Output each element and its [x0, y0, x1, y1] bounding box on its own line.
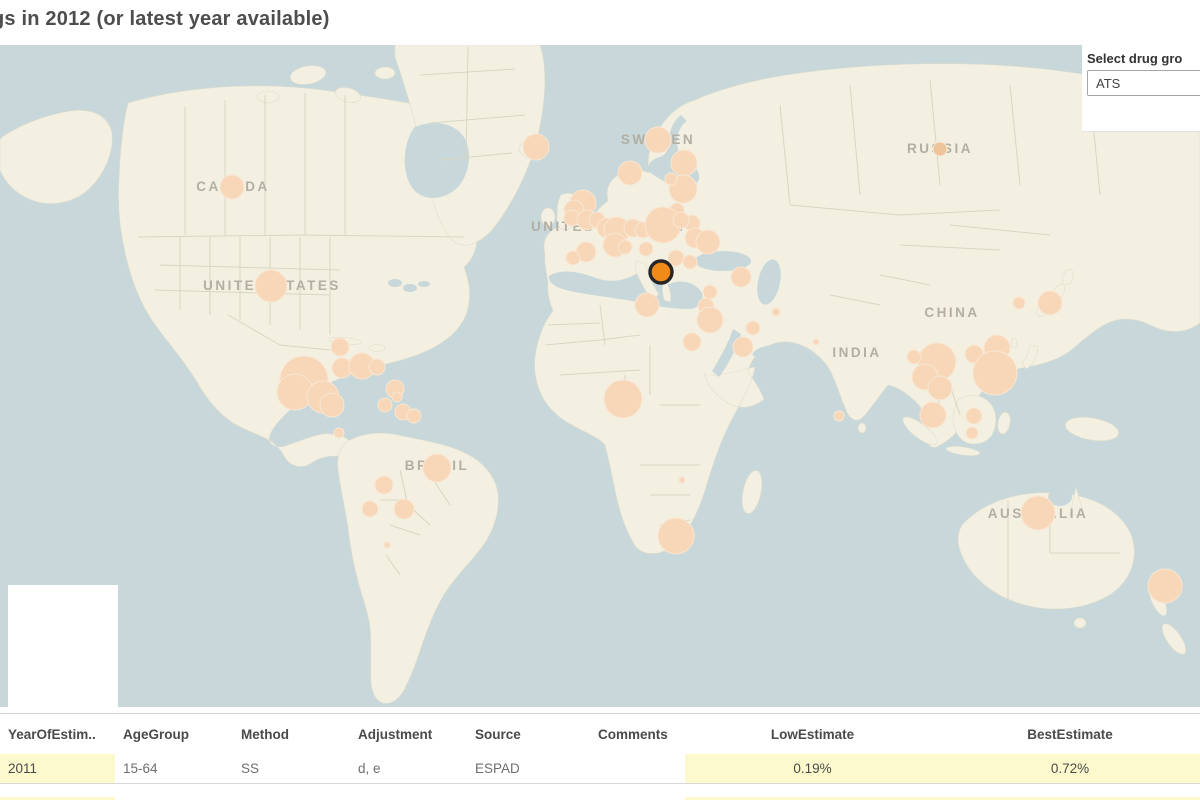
column-header[interactable]: BestEstimate: [940, 727, 1200, 742]
map-bubble[interactable]: [1013, 297, 1025, 309]
map-bubble[interactable]: [394, 499, 414, 519]
map-bubble[interactable]: [907, 350, 921, 364]
map-bubble[interactable]: [966, 427, 978, 439]
column-header[interactable]: Comments: [590, 727, 685, 742]
map-bubble[interactable]: [220, 175, 244, 199]
map-bubble[interactable]: [772, 308, 780, 316]
table-cell[interactable]: 0.72%: [940, 754, 1200, 783]
map-bubble[interactable]: [683, 333, 701, 351]
map-bubble[interactable]: [834, 411, 844, 421]
map-bubble[interactable]: [973, 351, 1017, 395]
map-bubble[interactable]: [673, 212, 689, 228]
map-bubble[interactable]: [604, 380, 642, 418]
map-bubble[interactable]: [665, 173, 677, 185]
map-bubble[interactable]: [746, 321, 760, 335]
map-bubble[interactable]: [920, 402, 946, 428]
map-bubble[interactable]: [334, 428, 344, 438]
drug-group-label: Select drug gro: [1087, 51, 1200, 66]
table-cell[interactable]: d, e: [350, 754, 467, 783]
map-bubble[interactable]: [331, 338, 349, 356]
page-title: gs in 2012 (or latest year available): [0, 8, 330, 31]
table-cell[interactable]: 2011: [0, 754, 115, 783]
map-bubble[interactable]: [645, 127, 671, 153]
map-bubble[interactable]: [703, 285, 717, 299]
selected-map-bubble[interactable]: [650, 261, 672, 283]
map-bubble[interactable]: [423, 454, 451, 482]
column-header[interactable]: YearOfEstim..: [0, 727, 115, 742]
map-container[interactable]: CANADAUNITED STATESBRAZILSWEDENUNITED KI…: [0, 45, 1200, 707]
table-cell[interactable]: 15-64: [115, 754, 233, 783]
map-bubble[interactable]: [384, 542, 390, 548]
drug-group-panel: Select drug gro ATS: [1082, 43, 1200, 132]
map-bubble[interactable]: [696, 230, 720, 254]
map-bubble[interactable]: [671, 150, 697, 176]
map-bubble[interactable]: [928, 376, 952, 400]
map-bubble[interactable]: [1038, 291, 1062, 315]
column-header[interactable]: AgeGroup: [115, 727, 233, 742]
map-bubble[interactable]: [618, 161, 642, 185]
map-bubble[interactable]: [1021, 496, 1055, 530]
map-bubble[interactable]: [378, 398, 392, 412]
column-header[interactable]: LowEstimate: [685, 727, 940, 742]
map-bubble[interactable]: [697, 307, 723, 333]
data-table: YearOfEstim..AgeGroupMethodAdjustmentSou…: [0, 707, 1200, 800]
map-bubble[interactable]: [731, 267, 751, 287]
table-cell[interactable]: SS: [233, 754, 350, 783]
map-bubble[interactable]: [523, 134, 549, 160]
map-bubble[interactable]: [375, 476, 393, 494]
map-bubble-russia[interactable]: [933, 142, 947, 156]
map-bubble[interactable]: [407, 409, 421, 423]
map-bubble[interactable]: [566, 251, 580, 265]
legend-placeholder: [8, 585, 118, 707]
column-header[interactable]: Source: [467, 727, 590, 742]
table-cell[interactable]: ESPAD: [467, 754, 590, 783]
map-bubble[interactable]: [639, 242, 653, 256]
drug-group-select[interactable]: ATS: [1087, 70, 1200, 96]
table-cell[interactable]: 0.19%: [685, 754, 940, 783]
map-bubble[interactable]: [255, 270, 287, 302]
table-row[interactable]: 201115-64SSd, eESPAD 0.19%0.72%: [0, 754, 1200, 784]
map-bubble[interactable]: [320, 393, 344, 417]
map-bubble[interactable]: [658, 518, 694, 554]
map-bubble[interactable]: [683, 255, 697, 269]
map-bubble[interactable]: [618, 240, 632, 254]
table-header-row: YearOfEstim..AgeGroupMethodAdjustmentSou…: [0, 713, 1200, 755]
map-bubble[interactable]: [635, 293, 659, 317]
column-header[interactable]: Method: [233, 727, 350, 742]
map-bubble[interactable]: [362, 501, 378, 517]
country-label: CHINA: [924, 305, 979, 320]
table-cell[interactable]: [590, 754, 685, 783]
map-bubble[interactable]: [369, 359, 385, 375]
map-bubble[interactable]: [966, 408, 982, 424]
map-bubble[interactable]: [392, 392, 402, 402]
title-band: gs in 2012 (or latest year available): [0, 0, 1200, 45]
world-map[interactable]: CANADAUNITED STATESBRAZILSWEDENUNITED KI…: [0, 45, 1200, 707]
country-label: INDIA: [832, 345, 881, 360]
map-bubble[interactable]: [1148, 569, 1182, 603]
map-bubble[interactable]: [679, 477, 685, 483]
map-bubble[interactable]: [733, 337, 753, 357]
map-bubble[interactable]: [813, 339, 819, 345]
column-header[interactable]: Adjustment: [350, 727, 467, 742]
